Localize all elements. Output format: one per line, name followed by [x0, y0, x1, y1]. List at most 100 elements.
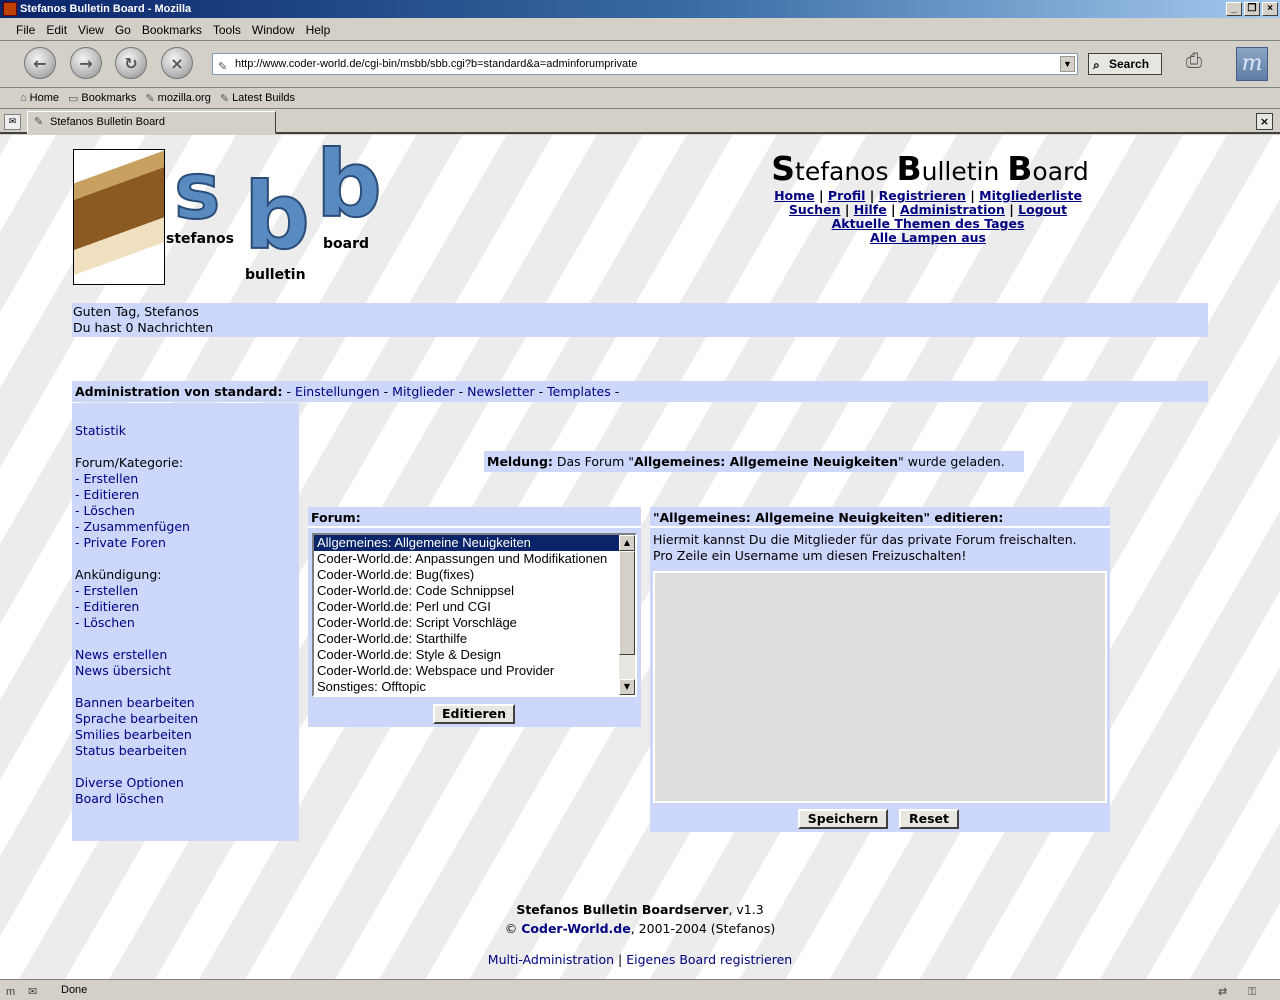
giraffe-logo-image [73, 149, 165, 285]
link-mitgliederliste[interactable]: Mitgliederliste [979, 188, 1082, 203]
sidebar-private-foren[interactable]: - Private Foren [75, 535, 299, 551]
forum-option[interactable]: Coder-World.de: Starthilfe [314, 631, 635, 647]
footer-link-multi-admin[interactable]: Multi-Administration [488, 952, 614, 967]
close-tab-icon[interactable]: × [1256, 113, 1273, 130]
link-hilfe[interactable]: Hilfe [854, 202, 887, 217]
admin-link-newsletter[interactable]: Newsletter [467, 384, 535, 399]
sidebar-ankuendigung-erstellen[interactable]: - Erstellen [75, 583, 299, 599]
forum-option[interactable]: Coder-World.de: Code Schnippsel [314, 583, 635, 599]
status-message: Meldung: Das Forum "Allgemeines: Allgeme… [484, 451, 1024, 472]
print-icon[interactable]: ⎙ [1186, 48, 1212, 74]
home-icon: ⌂ [20, 92, 27, 104]
window-title: Stefanos Bulletin Board - Mozilla [20, 3, 192, 15]
window-controls: _ ❐ × [1224, 2, 1278, 16]
forum-listbox[interactable]: Allgemeines: Allgemeine Neuigkeiten Code… [312, 533, 637, 697]
sidebar-ankuendigung-loeschen[interactable]: - Löschen [75, 615, 299, 631]
mail-icon[interactable]: ✉ [28, 982, 37, 1000]
speichern-button[interactable]: Speichern [798, 809, 888, 829]
menu-go[interactable]: Go [115, 23, 131, 37]
sidebar-forum-erstellen[interactable]: - Erstellen [75, 471, 299, 487]
menu-view[interactable]: View [78, 23, 104, 37]
footer-link-register-board[interactable]: Eigenes Board registrieren [626, 952, 792, 967]
mozilla-icon[interactable]: m [6, 982, 15, 1000]
link-aktuelle-themen[interactable]: Aktuelle Themen des Tages [832, 216, 1025, 231]
minimize-icon[interactable]: _ [1226, 2, 1242, 16]
forum-option[interactable]: Coder-World.de: Bug(fixes) [314, 567, 635, 583]
link-registrieren[interactable]: Registrieren [879, 188, 966, 203]
usernames-textarea[interactable] [653, 571, 1107, 803]
url-dropdown-icon[interactable]: ▼ [1060, 56, 1075, 72]
new-tab-icon[interactable]: ✉ [4, 114, 21, 130]
sidebar-bannen-bearbeiten[interactable]: Bannen bearbeiten [75, 695, 299, 711]
greeting-line: Guten Tag, Stefanos [73, 304, 199, 319]
link-logout[interactable]: Logout [1018, 202, 1067, 217]
stop-icon[interactable]: × [161, 47, 193, 79]
link-alle-lampen-aus[interactable]: Alle Lampen aus [870, 230, 986, 245]
scroll-down-icon[interactable]: ▼ [619, 679, 635, 695]
message-label: Meldung: [487, 454, 553, 469]
forum-option[interactable]: Coder-World.de: Perl und CGI [314, 599, 635, 615]
maximize-icon[interactable]: ❐ [1244, 2, 1260, 16]
forward-icon[interactable]: → [70, 47, 102, 79]
reset-button[interactable]: Reset [899, 809, 959, 829]
forum-option[interactable]: Coder-World.de: Style & Design [314, 647, 635, 663]
bookmark-latest-builds[interactable]: ✎ Latest Builds [220, 92, 295, 105]
link-profil[interactable]: Profil [828, 188, 865, 203]
bookmark-icon: ✎ [145, 92, 155, 105]
menu-window[interactable]: Window [252, 23, 295, 37]
menu-tools[interactable]: Tools [213, 23, 241, 37]
scrollbar-thumb[interactable] [619, 551, 635, 655]
sidebar-statistik[interactable]: Statistik [75, 423, 299, 439]
sbb-logo: s b b stefanos bulletin board [166, 138, 386, 295]
tab-stefanos-bulletin-board[interactable]: ✎ Stefanos Bulletin Board [27, 111, 276, 134]
url-input[interactable]: ✎ http://www.coder-world.de/cgi-bin/msbb… [212, 53, 1078, 75]
logo-word-stefanos: stefanos [166, 231, 234, 247]
sidebar-smilies-bearbeiten[interactable]: Smilies bearbeiten [75, 727, 299, 743]
editieren-button[interactable]: Editieren [433, 704, 515, 724]
footer-copyright: © Coder-World.de, 2001-2004 (Stefanos) [504, 921, 776, 936]
sidebar-sprache-bearbeiten[interactable]: Sprache bearbeiten [75, 711, 299, 727]
sidebar-forum-zusammenfuegen[interactable]: - Zusammenfügen [75, 519, 299, 535]
menu-file[interactable]: File [16, 23, 35, 37]
listbox-scrollbar[interactable]: ▲ ▼ [619, 535, 635, 695]
forum-option[interactable]: Coder-World.de: Anpassungen und Modifika… [314, 551, 635, 567]
bookmark-mozilla-org[interactable]: ✎ mozilla.org [145, 92, 210, 105]
forum-option[interactable]: Coder-World.de: Webspace und Provider [314, 663, 635, 679]
bookmark-icon: ✎ [219, 92, 230, 105]
bookmark-bookmarks[interactable]: ▭ Bookmarks [68, 92, 136, 105]
link-administration[interactable]: Administration [900, 202, 1005, 217]
sidebar-forum-loeschen[interactable]: - Löschen [75, 503, 299, 519]
forum-option[interactable]: Allgemeines: Allgemeine Neuigkeiten [314, 535, 635, 551]
link-home[interactable]: Home [774, 188, 815, 203]
sidebar-news-uebersicht[interactable]: News übersicht [75, 663, 299, 679]
sidebar-forum-editieren[interactable]: - Editieren [75, 487, 299, 503]
back-icon[interactable]: ← [24, 47, 56, 79]
forum-option[interactable]: Coder-World.de: Script Vorschläge [314, 615, 635, 631]
link-suchen[interactable]: Suchen [789, 202, 841, 217]
menu-help[interactable]: Help [306, 23, 331, 37]
close-icon[interactable]: × [1262, 2, 1278, 16]
footer-site-link[interactable]: Coder-World.de [521, 921, 630, 936]
sidebar-ankuendigung-editieren[interactable]: - Editieren [75, 599, 299, 615]
admin-link-templates[interactable]: Templates [547, 384, 611, 399]
admin-link-mitglieder[interactable]: Mitglieder [392, 384, 455, 399]
edit-panel-header: "Allgemeines: Allgemeine Neuigkeiten" ed… [650, 507, 1110, 528]
folder-icon: ▭ [68, 92, 79, 105]
sidebar-news-erstellen[interactable]: News erstellen [75, 647, 299, 663]
sidebar-board-loeschen[interactable]: Board löschen [75, 791, 299, 807]
logo-letter-b1: b [243, 163, 311, 270]
lock-icon: ⚿ [1248, 986, 1257, 998]
search-button[interactable]: ⌕ Search [1088, 53, 1162, 75]
window-title-bar: Stefanos Bulletin Board - Mozilla _ ❐ × [0, 0, 1280, 18]
reload-icon[interactable]: ↻ [115, 47, 147, 79]
admin-link-einstellungen[interactable]: Einstellungen [295, 384, 380, 399]
mozilla-throbber-icon[interactable]: m [1236, 47, 1268, 81]
menu-bookmarks[interactable]: Bookmarks [142, 23, 202, 37]
forum-option[interactable]: Sonstiges: Offtopic [314, 679, 635, 695]
admin-navigation: Administration von standard: - Einstellu… [72, 381, 1208, 402]
scroll-up-icon[interactable]: ▲ [619, 535, 635, 551]
bookmark-home[interactable]: ⌂ Home [20, 92, 59, 104]
sidebar-diverse-optionen[interactable]: Diverse Optionen [75, 775, 299, 791]
sidebar-status-bearbeiten[interactable]: Status bearbeiten [75, 743, 299, 759]
menu-edit[interactable]: Edit [46, 23, 67, 37]
